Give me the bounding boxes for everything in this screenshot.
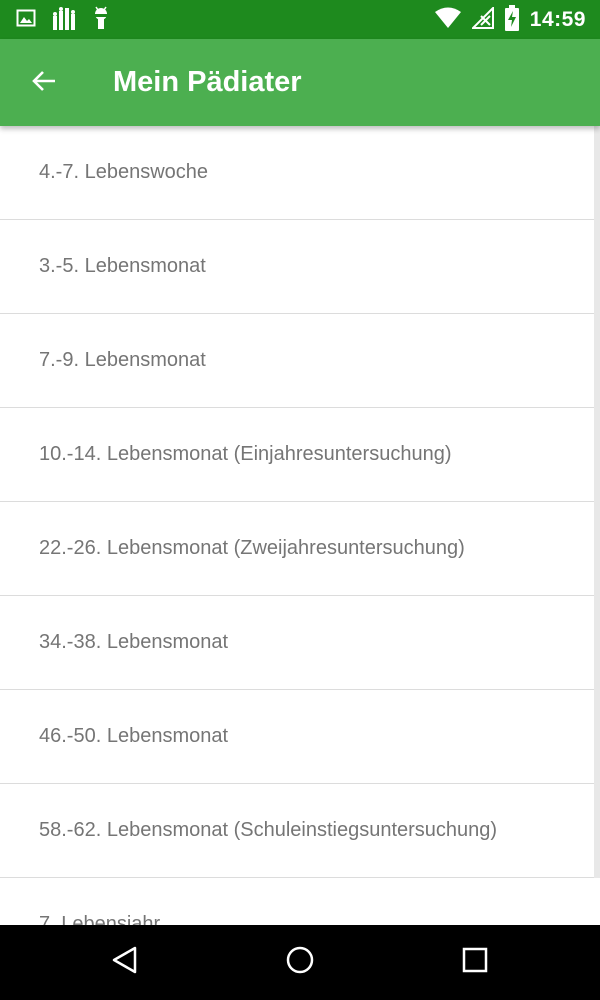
arrow-back-icon bbox=[31, 68, 57, 99]
list-item[interactable]: 10.-14. Lebensmonat (Einjahresuntersuchu… bbox=[0, 408, 600, 502]
list-item[interactable]: 46.-50. Lebensmonat bbox=[0, 690, 600, 784]
list-item[interactable]: 22.-26. Lebensmonat (Zweijahresuntersuch… bbox=[0, 502, 600, 596]
list-item-label: 4.-7. Lebenswoche bbox=[39, 161, 209, 183]
list-item[interactable]: 34.-38. Lebensmonat bbox=[0, 596, 600, 690]
exam-list: 4.-7. Lebenswoche 3.-5. Lebensmonat 7.-9… bbox=[0, 126, 600, 925]
nav-back-button[interactable] bbox=[97, 937, 153, 987]
nav-recents-button[interactable] bbox=[447, 937, 503, 987]
list-item-label: 34.-38. Lebensmonat bbox=[39, 631, 229, 653]
back-button[interactable] bbox=[20, 59, 68, 107]
list-item[interactable]: 7.-9. Lebensmonat bbox=[0, 314, 600, 408]
list-item-label: 7.-9. Lebensmonat bbox=[39, 349, 206, 371]
list-item[interactable]: 7. Lebensjahr bbox=[0, 878, 600, 925]
page-title: Mein Pädiater bbox=[113, 66, 302, 98]
status-bar: 14:59 bbox=[0, 0, 600, 39]
list-item[interactable]: 3.-5. Lebensmonat bbox=[0, 220, 600, 314]
list-item-label: 10.-14. Lebensmonat (Einjahresuntersuchu… bbox=[39, 443, 452, 465]
app-bar: Mein Pädiater bbox=[0, 39, 600, 126]
list-item[interactable]: 58.-62. Lebensmonat (Schuleinstiegsunter… bbox=[0, 784, 600, 878]
navigation-bar bbox=[0, 925, 600, 1000]
wifi-icon bbox=[434, 7, 462, 34]
app-icon bbox=[50, 6, 78, 35]
scrollbar[interactable] bbox=[594, 126, 600, 878]
battery-charging-icon bbox=[504, 4, 520, 36]
nav-home-button[interactable] bbox=[272, 937, 328, 987]
android-icon bbox=[92, 6, 110, 35]
status-bar-system: 14:59 bbox=[434, 4, 586, 36]
back-triangle-icon bbox=[110, 945, 140, 980]
status-time: 14:59 bbox=[529, 8, 586, 31]
image-icon bbox=[16, 8, 36, 33]
status-bar-notifications bbox=[16, 6, 110, 35]
list-item-label: 3.-5. Lebensmonat bbox=[39, 255, 206, 277]
list-item-label: 46.-50. Lebensmonat bbox=[39, 725, 229, 747]
home-circle-icon bbox=[285, 945, 315, 980]
no-signal-icon bbox=[470, 5, 494, 34]
list-item-label: 7. Lebensjahr bbox=[39, 913, 161, 925]
recents-square-icon bbox=[461, 946, 489, 979]
list-item-label: 22.-26. Lebensmonat (Zweijahresuntersuch… bbox=[39, 537, 465, 559]
list-item-label: 58.-62. Lebensmonat (Schuleinstiegsunter… bbox=[39, 819, 498, 841]
list-item[interactable]: 4.-7. Lebenswoche bbox=[0, 126, 600, 220]
